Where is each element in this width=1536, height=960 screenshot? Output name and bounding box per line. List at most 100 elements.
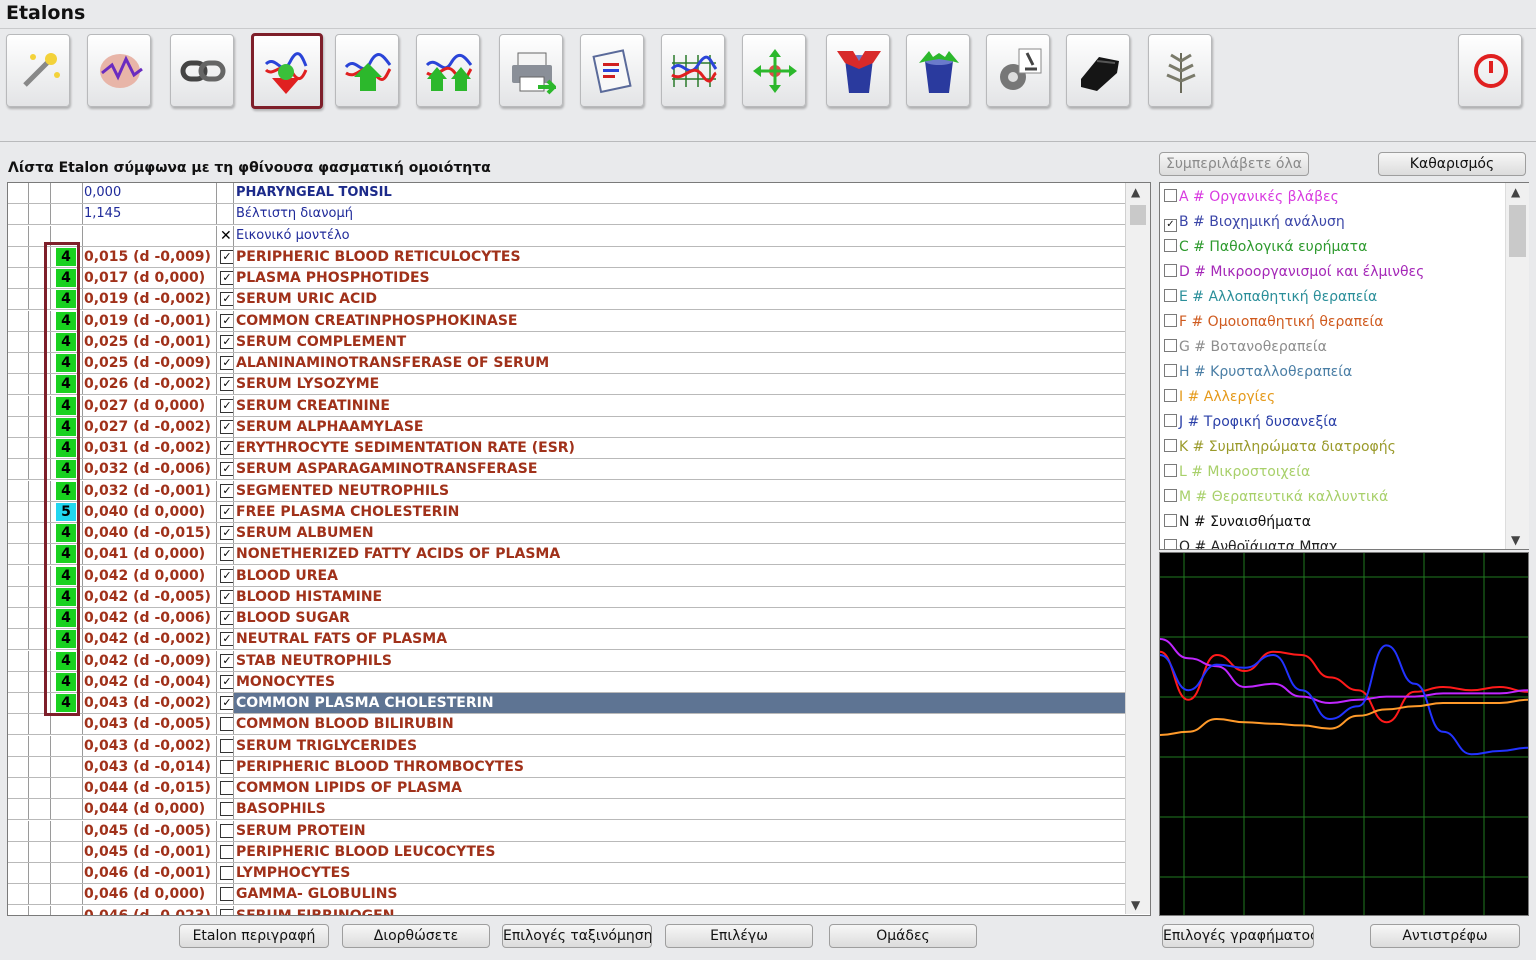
row-checkbox[interactable]: ✓ <box>220 441 233 455</box>
check-cell[interactable]: ✓ <box>217 374 234 395</box>
category-scrollbar[interactable]: ▲ ▼ <box>1505 183 1529 549</box>
row-checkbox[interactable] <box>220 738 233 753</box>
check-cell[interactable] <box>217 799 234 820</box>
category-item[interactable]: M # Θεραπευτικά καλλυντικά <box>1164 485 1388 510</box>
include-all-button[interactable]: Συμπεριλάβετε όλα <box>1159 152 1309 176</box>
table-row[interactable]: 0,044 (d -0,015) COMMON LIPIDS OF PLASMA <box>8 778 1126 799</box>
scroll-down-icon[interactable]: ▼ <box>1131 898 1140 912</box>
check-cell[interactable]: ✓ <box>217 693 234 713</box>
category-item[interactable]: C # Παθολογικά ευρήματα <box>1164 235 1367 260</box>
herb-plant-button[interactable] <box>1148 34 1212 107</box>
table-row[interactable]: 0,043 (d -0,014) PERIPHERIC BLOOD THROMBO… <box>8 756 1126 778</box>
row-checkbox[interactable]: ✓ <box>220 568 233 583</box>
category-checkbox[interactable] <box>1164 514 1177 527</box>
table-row[interactable]: 4 0,027 (d -0,002) ✓ SERUM ALPHAAMYLASE <box>8 416 1126 438</box>
row-checkbox[interactable]: ✓ <box>220 483 233 498</box>
table-row[interactable]: 4 0,042 (d 0,000) ✓ BLOOD UREA <box>8 565 1126 587</box>
graph-double-up-button[interactable] <box>416 34 480 107</box>
check-cell[interactable]: ✓ <box>217 480 234 501</box>
sort-options-button[interactable]: Επιλογές ταξινόμησης <box>502 924 652 948</box>
table-row[interactable]: 4 0,027 (d 0,000) ✓ SERUM CREATININE <box>8 395 1126 417</box>
row-checkbox[interactable]: ✓ <box>220 674 233 689</box>
check-cell[interactable]: ✓ <box>217 331 234 352</box>
check-cell[interactable]: ✓ <box>217 268 234 288</box>
check-cell[interactable]: ✓ <box>217 565 234 586</box>
row-checkbox[interactable] <box>220 781 233 795</box>
table-row[interactable]: 0,046 (d -0,001) LYMPHOCYTES <box>8 863 1126 884</box>
check-cell[interactable]: ✓ <box>217 650 234 671</box>
check-cell[interactable]: ✓ <box>217 289 234 310</box>
magic-wand-button[interactable] <box>6 34 70 107</box>
table-row[interactable]: 4 0,041 (d 0,000) ✓ NONETHERIZED FATTY ACID… <box>8 544 1126 566</box>
check-cell[interactable] <box>217 905 234 915</box>
check-cell[interactable]: ✓ <box>217 353 234 373</box>
category-checkbox[interactable] <box>1164 539 1177 549</box>
check-cell[interactable]: ✓ <box>217 586 234 607</box>
category-item[interactable]: E # Αλλοπαθητική θεραπεία <box>1164 285 1377 310</box>
check-cell[interactable] <box>217 778 234 798</box>
table-row[interactable]: 0,046 (d 0,000) GAMMA- GLOBULINS <box>8 884 1126 906</box>
table-row[interactable]: 4 0,042 (d -0,004) ✓ MONOCYTES <box>8 671 1126 693</box>
category-item[interactable]: J # Τροφική δυσανεξία <box>1164 410 1337 435</box>
category-checkbox[interactable] <box>1164 464 1177 477</box>
category-checkbox[interactable] <box>1164 289 1177 302</box>
category-item[interactable]: I # Αλλεργίες <box>1164 385 1275 410</box>
power-button[interactable] <box>1458 34 1522 107</box>
check-cell[interactable] <box>217 841 234 862</box>
category-item[interactable]: L # Μικροστοιχεία <box>1164 460 1310 485</box>
check-cell[interactable]: ✓ <box>217 501 234 522</box>
table-row[interactable]: 0,045 (d -0,005) SERUM PROTEIN <box>8 820 1126 842</box>
graph-options-button[interactable]: Επιλογές γραφήματος <box>1162 924 1314 948</box>
scroll-thumb[interactable] <box>1509 205 1526 257</box>
category-item[interactable]: ✓ B # Βιοχημική ανάλυση <box>1164 210 1345 235</box>
check-cell[interactable] <box>217 863 234 883</box>
gear-microscope-button[interactable] <box>986 34 1050 107</box>
black-stone-button[interactable] <box>1066 34 1130 107</box>
row-checkbox[interactable]: ✓ <box>220 377 233 392</box>
row-checkbox[interactable] <box>220 908 233 915</box>
row-checkbox[interactable]: ✓ <box>220 547 233 562</box>
cross-icon[interactable]: ✕ <box>220 226 232 246</box>
table-row[interactable]: 4 0,042 (d -0,006) ✓ BLOOD SUGAR <box>8 608 1126 629</box>
table-row[interactable]: 4 0,026 (d -0,002) ✓ SERUM LYSOZYME <box>8 374 1126 396</box>
row-checkbox[interactable] <box>220 823 233 838</box>
table-row[interactable]: 0,045 (d -0,001) PERIPHERIC BLOOD LEUCOCY… <box>8 841 1126 863</box>
check-cell[interactable]: ✓ <box>217 246 234 267</box>
row-checkbox[interactable]: ✓ <box>220 356 233 370</box>
check-cell[interactable]: ✓ <box>217 608 234 628</box>
row-checkbox[interactable]: ✓ <box>220 271 233 285</box>
table-row[interactable]: 0,046 (d -0,023) SERUM FIBRINOGEN <box>8 905 1126 915</box>
table-row[interactable]: 4 0,040 (d -0,015) ✓ SERUM ALBUMEN <box>8 523 1126 544</box>
table-row[interactable]: 4 0,031 (d -0,002) ✓ ERYTHROCYTE SEDIMENTAT… <box>8 438 1126 459</box>
category-item[interactable]: O # Ανθοϊάματα Μπαχ <box>1164 535 1337 549</box>
row-checkbox[interactable] <box>220 717 233 732</box>
category-checkbox[interactable] <box>1164 489 1177 502</box>
category-item[interactable]: N # Συναισθήματα <box>1164 510 1311 535</box>
check-cell[interactable]: ✓ <box>217 395 234 416</box>
table-row[interactable]: 4 0,043 (d -0,002) ✓ COMMON PLASMA CHOLESTE… <box>8 693 1126 714</box>
check-cell[interactable] <box>217 204 234 225</box>
check-cell[interactable]: ✕ <box>217 225 234 246</box>
chain-link-button[interactable] <box>170 34 234 107</box>
row-checkbox[interactable]: ✓ <box>220 504 233 519</box>
check-cell[interactable] <box>217 714 234 735</box>
row-checkbox[interactable] <box>220 759 233 774</box>
category-item[interactable]: A # Οργανικές βλάβες <box>1164 185 1339 210</box>
check-cell[interactable]: ✓ <box>217 671 234 692</box>
row-checkbox[interactable]: ✓ <box>220 589 233 604</box>
category-checkbox[interactable] <box>1164 314 1177 327</box>
table-row[interactable]: 4 0,042 (d -0,005) ✓ BLOOD HISTAMINE <box>8 586 1126 608</box>
row-checkbox[interactable]: ✓ <box>220 249 233 264</box>
category-item[interactable]: K # Συμπληρώματα διατροφής <box>1164 435 1396 460</box>
row-checkbox[interactable]: ✓ <box>220 632 233 647</box>
scroll-up-icon[interactable]: ▲ <box>1131 185 1140 199</box>
category-checkbox[interactable] <box>1164 389 1177 402</box>
header-row[interactable]: 1,145 Βέλτιστη διανομή <box>8 204 1126 226</box>
check-cell[interactable]: ✓ <box>217 544 234 565</box>
select-button[interactable]: Επιλέγω <box>665 924 813 948</box>
check-cell[interactable] <box>217 820 234 841</box>
scroll-down-icon[interactable]: ▼ <box>1511 533 1520 547</box>
row-checkbox[interactable]: ✓ <box>220 313 233 328</box>
category-item[interactable]: D # Μικροοργανισμοί και έλμινθες <box>1164 260 1424 285</box>
check-cell[interactable] <box>217 884 234 905</box>
